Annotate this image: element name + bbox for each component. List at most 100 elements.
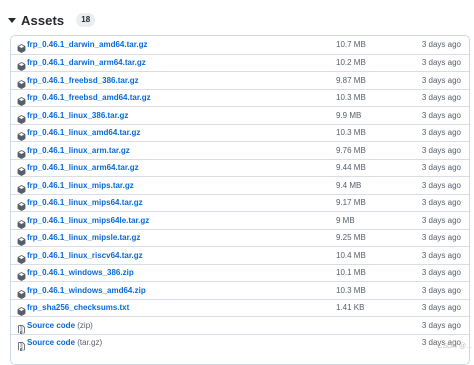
asset-file-cell: frp_0.46.1_darwin_amd64.tar.gz <box>17 36 148 54</box>
asset-download-link[interactable]: frp_0.46.1_linux_amd64.tar.gz <box>27 128 140 137</box>
package-icon <box>17 111 26 124</box>
asset-name: frp_0.46.1_linux_riscv64.tar.gz <box>27 250 143 260</box>
package-icon <box>17 58 26 72</box>
asset-row: frp_0.46.1_linux_mipsle.tar.gz 9.25 MB 3 d… <box>11 228 469 247</box>
asset-date: 3 days ago <box>421 163 461 173</box>
asset-date: 3 days ago <box>421 285 461 295</box>
asset-download-link[interactable]: frp_0.46.1_windows_amd64.zip <box>27 286 146 295</box>
asset-row: frp_0.46.1_darwin_amd64.tar.gz 10.7 MB 3 d… <box>11 36 469 54</box>
package-icon <box>17 146 26 159</box>
asset-name: frp_0.46.1_darwin_amd64.tar.gz <box>27 40 148 50</box>
asset-size: 9.4 MB <box>336 180 362 190</box>
asset-file-cell: frp_sha256_checksums.txt <box>17 300 129 317</box>
asset-size: 10.7 MB <box>336 40 366 50</box>
asset-file-cell: frp_0.46.1_linux_arm64.tar.gz <box>17 160 139 177</box>
asset-name: frp_0.46.1_windows_amd64.zip <box>27 285 146 295</box>
asset-download-link[interactable]: frp_0.46.1_linux_mips.tar.gz <box>27 181 134 190</box>
package-icon <box>17 251 26 264</box>
asset-date: 3 days ago <box>421 110 461 120</box>
asset-date: 3 days ago <box>421 93 461 103</box>
asset-row: frp_0.46.1_linux_mips.tar.gz 9.4 MB 3 days… <box>11 176 469 194</box>
asset-name: frp_0.46.1_windows_386.zip <box>27 268 134 278</box>
package-icon <box>17 163 26 177</box>
asset-download-link[interactable]: frp_0.46.1_windows_386.zip <box>27 268 134 277</box>
asset-download-link[interactable]: frp_0.46.1_linux_mipsle.tar.gz <box>27 233 140 242</box>
asset-name: frp_0.46.1_linux_arm64.tar.gz <box>27 163 139 173</box>
asset-download-link[interactable]: frp_0.46.1_darwin_arm64.tar.gz <box>27 58 146 67</box>
asset-name: frp_0.46.1_darwin_arm64.tar.gz <box>27 58 146 68</box>
assets-toggle[interactable]: Assets 18 <box>8 11 96 29</box>
asset-file-cell: frp_0.46.1_freebsd_amd64.tar.gz <box>17 90 151 107</box>
asset-file-cell: Source code (zip) <box>17 317 93 334</box>
package-icon <box>17 181 26 194</box>
file-zip-icon <box>17 338 26 352</box>
asset-size: 1.41 KB <box>336 303 365 313</box>
asset-name: frp_0.46.1_freebsd_386.tar.gz <box>27 75 139 85</box>
asset-date: 3 days ago <box>421 250 461 260</box>
package-icon <box>17 40 26 54</box>
package-icon <box>17 233 26 247</box>
asset-file-cell: frp_0.46.1_linux_riscv64.tar.gz <box>17 247 143 264</box>
asset-download-link[interactable]: frp_0.46.1_linux_mips64le.tar.gz <box>27 216 149 225</box>
asset-download-link[interactable]: frp_0.46.1_freebsd_386.tar.gz <box>27 76 139 85</box>
asset-download-link[interactable]: frp_0.46.1_linux_riscv64.tar.gz <box>27 251 143 260</box>
asset-size: 9.9 MB <box>336 110 362 120</box>
file-zip-icon <box>17 321 26 334</box>
asset-format-suffix: (tar.gz) <box>77 338 103 348</box>
asset-date: 3 days ago <box>421 75 461 85</box>
asset-size: 9.17 MB <box>336 198 366 208</box>
asset-file-cell: frp_0.46.1_linux_mipsle.tar.gz <box>17 230 140 247</box>
asset-date: 3 days ago <box>421 320 461 330</box>
asset-row: frp_sha256_checksums.txt 1.41 KB 3 days ag… <box>11 298 469 317</box>
asset-date: 3 days ago <box>421 40 461 50</box>
watermark: CSDN @... <box>437 343 472 350</box>
asset-date: 3 days ago <box>421 128 461 138</box>
asset-row: frp_0.46.1_darwin_arm64.tar.gz 10.2 MB 3 d… <box>11 53 469 72</box>
asset-size: 9.87 MB <box>336 75 366 85</box>
package-icon <box>17 93 26 107</box>
asset-date: 3 days ago <box>421 268 461 278</box>
asset-file-cell: frp_0.46.1_linux_mips64le.tar.gz <box>17 212 149 229</box>
asset-date: 3 days ago <box>421 233 461 243</box>
asset-name: frp_0.46.1_linux_mipsle.tar.gz <box>27 233 141 243</box>
asset-date: 3 days ago <box>421 58 461 68</box>
asset-download-link[interactable]: frp_0.46.1_linux_mips64.tar.gz <box>27 198 143 207</box>
asset-size: 9 MB <box>336 215 355 225</box>
asset-download-link[interactable]: Source code (tar.gz) <box>27 338 102 347</box>
caret-down-icon <box>8 18 16 23</box>
package-icon <box>17 198 26 212</box>
asset-download-link[interactable]: frp_0.46.1_freebsd_amd64.tar.gz <box>27 93 151 102</box>
asset-row: frp_0.46.1_windows_386.zip 10.1 MB 3 days … <box>11 263 469 282</box>
asset-size: 10.3 MB <box>336 128 366 138</box>
asset-download-link[interactable]: Source code (zip) <box>27 321 93 330</box>
asset-name: frp_0.46.1_linux_amd64.tar.gz <box>27 128 141 138</box>
asset-size: 10.3 MB <box>336 93 366 103</box>
asset-name: frp_0.46.1_linux_mips.tar.gz <box>27 180 134 190</box>
asset-row: frp_0.46.1_linux_mips64.tar.gz 9.17 MB 3 d… <box>11 193 469 212</box>
asset-row: frp_0.46.1_linux_riscv64.tar.gz 10.4 MB 3 … <box>11 246 469 264</box>
asset-file-cell: frp_0.46.1_linux_386.tar.gz <box>17 107 128 124</box>
asset-size: 9.25 MB <box>336 233 366 243</box>
package-icon <box>17 216 26 229</box>
asset-size: 10.2 MB <box>336 58 366 68</box>
asset-download-link[interactable]: frp_0.46.1_linux_386.tar.gz <box>27 111 128 120</box>
asset-download-link[interactable]: frp_0.46.1_darwin_amd64.tar.gz <box>27 40 148 49</box>
assets-list: frp_0.46.1_darwin_amd64.tar.gz 10.7 MB 3 d… <box>10 35 470 365</box>
asset-size: 9.44 MB <box>336 163 366 173</box>
assets-title: Assets <box>21 12 65 28</box>
package-icon <box>17 76 26 89</box>
asset-row: frp_0.46.1_linux_386.tar.gz 9.9 MB 3 days … <box>11 106 469 124</box>
asset-size: 10.1 MB <box>336 268 366 278</box>
asset-size: 9.76 MB <box>336 145 366 155</box>
asset-row: Source code (tar.gz) 3 days ago <box>11 333 469 352</box>
asset-download-link[interactable]: frp_0.46.1_linux_arm64.tar.gz <box>27 163 139 172</box>
asset-row: frp_0.46.1_freebsd_amd64.tar.gz 10.3 MB 3 … <box>11 88 469 107</box>
asset-row: frp_0.46.1_freebsd_386.tar.gz 9.87 MB 3 da… <box>11 71 469 89</box>
asset-date: 3 days ago <box>421 145 461 155</box>
asset-download-link[interactable]: frp_sha256_checksums.txt <box>27 303 129 312</box>
asset-date: 3 days ago <box>421 198 461 208</box>
asset-date: 3 days ago <box>421 303 461 313</box>
asset-download-link[interactable]: frp_0.46.1_linux_arm.tar.gz <box>27 146 130 155</box>
asset-name: frp_0.46.1_freebsd_amd64.tar.gz <box>27 93 151 103</box>
asset-name: frp_sha256_checksums.txt <box>27 303 130 313</box>
